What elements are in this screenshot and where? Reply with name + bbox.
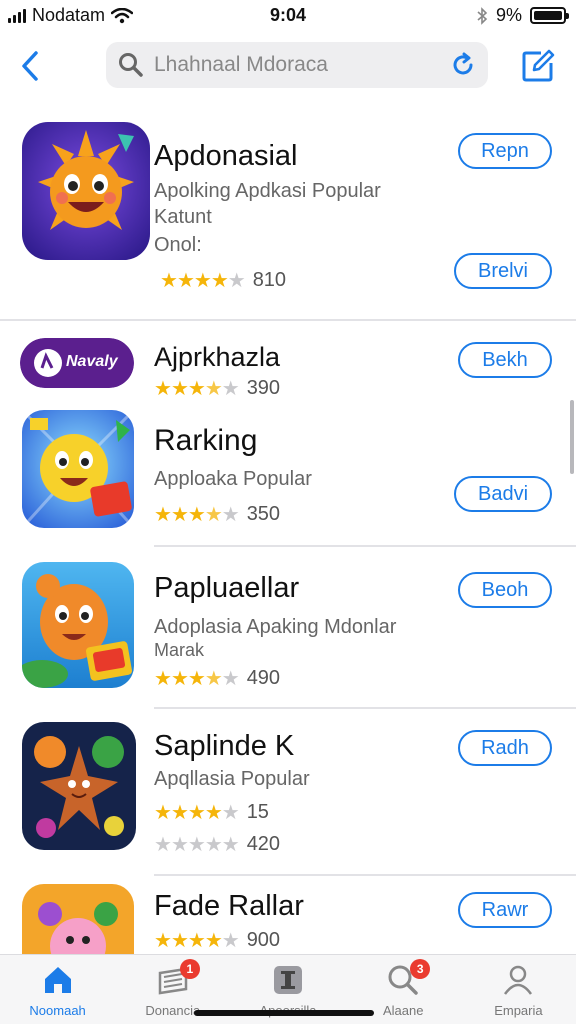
app-icon-sun-mascot[interactable] <box>22 122 150 260</box>
stars-icon: ★★★★★ <box>154 504 240 526</box>
bluetooth-icon <box>477 6 488 25</box>
app-subtitle: Apqllasia Popular <box>154 768 310 790</box>
app-icon-pink-mascot[interactable] <box>22 884 134 954</box>
star-rating-2: ★★★★★ 420 <box>154 832 280 857</box>
list-item[interactable]: Saplinde K Apqllasia Popular ★★★★★ 15 ★★… <box>0 716 576 876</box>
app-icon-orange-mascot[interactable] <box>22 562 134 688</box>
tab-label: Emparia <box>494 1003 543 1018</box>
rating-count: 390 <box>246 377 281 399</box>
list-item[interactable]: Navaly Ajprkhazla ★★★★★ 390 Bekh <box>0 330 576 410</box>
star-rating: ★★★★★ 350 <box>154 502 280 527</box>
app-subtitle: Apploaka Popular <box>154 468 312 490</box>
tab-home[interactable]: Noomaah <box>0 955 115 1024</box>
stars-icon: ★★★★★ <box>160 270 246 292</box>
divider <box>154 707 576 709</box>
stack-icon: 1 <box>156 959 200 997</box>
rating-count: 900 <box>246 929 281 951</box>
search-icon <box>119 53 143 77</box>
list-item[interactable]: Rarking Apploaka Popular ★★★★★ 350 Badvi <box>0 404 576 547</box>
back-chevron-icon <box>22 51 38 81</box>
battery-percent: 9% <box>495 5 522 25</box>
stars-icon: ★★★★★ <box>154 378 240 400</box>
get-button[interactable]: Badvi <box>454 476 552 512</box>
rating-count: 350 <box>246 503 281 525</box>
list-item[interactable]: Papluaellar Adoplasia Apaking Mdonlar Ma… <box>0 556 576 709</box>
app-name: Papluaellar <box>154 572 300 604</box>
home-icon <box>41 963 75 997</box>
compose-button[interactable] <box>518 46 558 86</box>
star-rating: ★★★★★ 390 <box>154 376 280 401</box>
divider <box>154 545 576 547</box>
back-button[interactable] <box>12 46 48 86</box>
app-subtitle: Apolking Apdkasi Popular <box>154 180 381 202</box>
app-subtitle-2: Marak <box>154 640 205 660</box>
tab-label: Alaane <box>382 1003 424 1018</box>
app-icon <box>271 963 305 997</box>
get-button[interactable]: Radh <box>458 730 552 766</box>
list-item[interactable]: Apdonasial Apolking Apdkasi Popular Katu… <box>0 104 576 321</box>
divider <box>154 874 576 876</box>
compose-icon <box>522 49 555 82</box>
app-subtitle-2: Katunt <box>154 206 212 228</box>
rating-count: 810 <box>252 269 287 291</box>
status-bar: Nodatam 9:04 9% <box>0 0 576 32</box>
search-input[interactable]: Lhahnaal Mdoraca <box>106 42 488 88</box>
tab-label: Noomaah <box>29 1003 86 1018</box>
divider <box>0 319 576 321</box>
app-name: Fade Rallar <box>154 890 304 922</box>
stars-icon: ★★★★★ <box>154 834 240 856</box>
get-button[interactable]: Beoh <box>458 572 552 608</box>
list-item[interactable]: Fade Rallar ★★★★★ 900 Rawr <box>0 884 576 954</box>
scrollbar[interactable] <box>570 400 574 474</box>
stars-icon: ★★★★★ <box>154 802 240 824</box>
stars-icon: ★★★★★ <box>154 668 240 690</box>
rating-count: 490 <box>246 667 281 689</box>
refresh-icon[interactable] <box>450 52 476 78</box>
app-name: Saplinde K <box>154 730 295 762</box>
search-icon: 3 <box>386 959 431 997</box>
status-right: 9% <box>476 5 569 26</box>
get-button[interactable]: Bekh <box>458 342 552 378</box>
get-button[interactable]: Rawr <box>458 892 552 928</box>
star-rating: ★★★★★ 900 <box>154 928 280 953</box>
stars-icon: ★★★★★ <box>154 930 240 952</box>
app-icon-yellow-mascot[interactable] <box>22 410 134 528</box>
app-subtitle: Adoplasia Apaking Mdonlar <box>154 616 397 638</box>
home-indicator <box>194 1010 374 1016</box>
get-button[interactable]: Repn <box>458 133 552 169</box>
banner-text: Navaly <box>66 353 118 370</box>
app-banner-icon[interactable]: Navaly <box>20 338 134 388</box>
app-subtitle-3: Onol: <box>154 234 202 256</box>
tab-profile[interactable]: Emparia <box>461 955 576 1024</box>
secondary-button[interactable]: Brelvi <box>454 253 552 289</box>
battery-icon <box>530 7 569 24</box>
rating-count: 420 <box>246 833 281 855</box>
star-rating: ★★★★★ 810 <box>160 268 286 293</box>
notification-badge: 1 <box>179 959 200 979</box>
app-list[interactable]: Apdonasial Apolking Apdkasi Popular Katu… <box>0 104 576 954</box>
app-name: Ajprkhazla <box>154 342 281 372</box>
search-placeholder: Lhahnaal Mdoraca <box>154 53 328 76</box>
star-rating: ★★★★★ 15 <box>154 800 269 825</box>
person-icon <box>501 963 535 997</box>
star-rating: ★★★★★ 490 <box>154 666 280 691</box>
app-name: Rarking <box>154 424 258 457</box>
tab-label: Donancia <box>145 1003 201 1018</box>
rating-count: 15 <box>246 801 269 823</box>
app-icon-starfish-mascot[interactable] <box>22 722 136 850</box>
app-name: Apdonasial <box>154 140 298 172</box>
notification-badge: 3 <box>410 959 431 979</box>
nav-bar: Lhahnaal Mdoraca <box>0 38 576 94</box>
